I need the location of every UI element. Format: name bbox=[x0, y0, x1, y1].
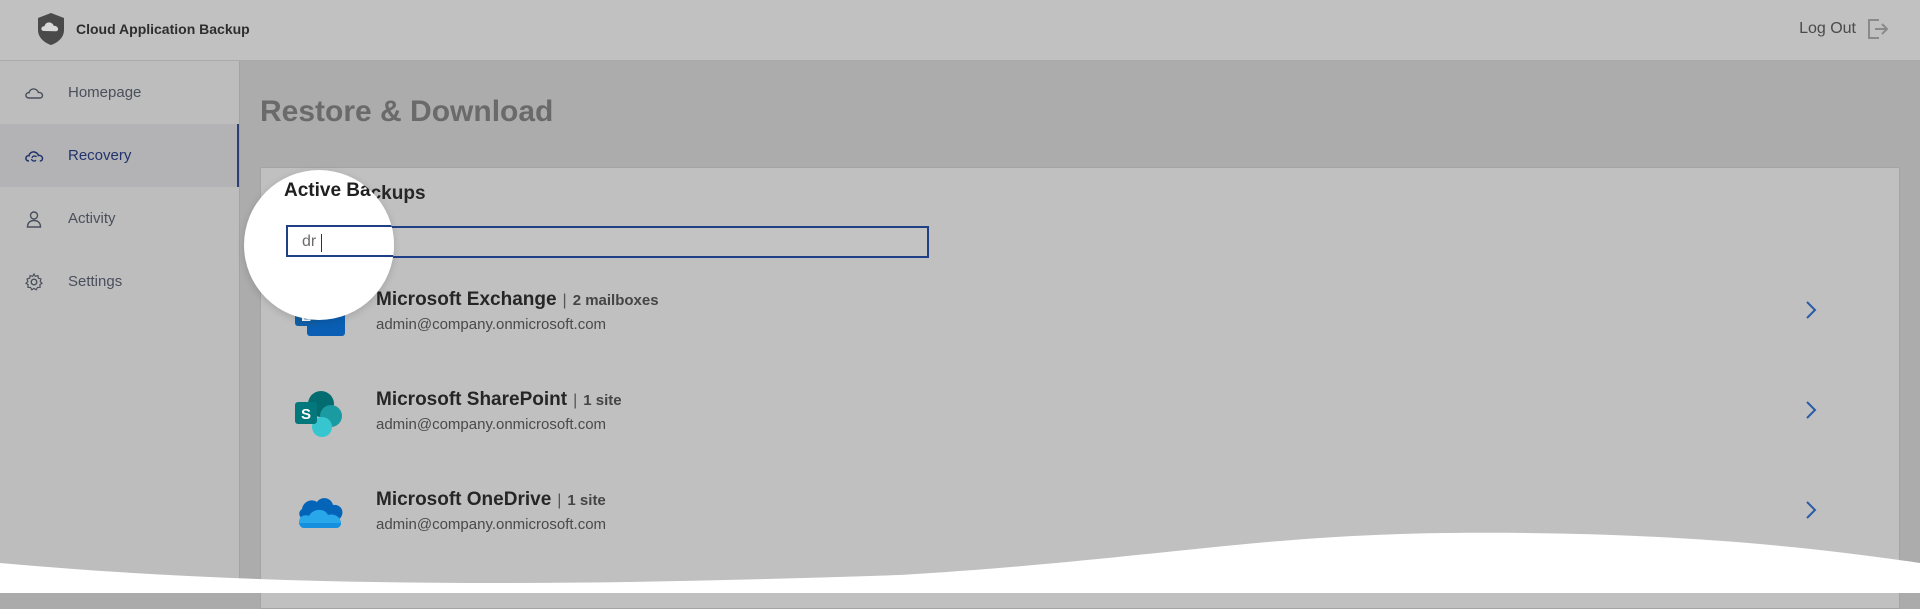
backup-title: Microsoft Exchange | 2 mailboxes bbox=[376, 289, 659, 311]
active-backups-panel: Active Backups E Microsoft Exchange|2 ma… bbox=[260, 167, 1900, 609]
magnifier-spotlight: Active Ba dr bbox=[244, 170, 394, 320]
onedrive-icon bbox=[299, 498, 343, 528]
sidebar-item-label: Homepage bbox=[68, 84, 142, 101]
separator: | bbox=[573, 392, 578, 409]
backup-name: Microsoft OneDrive bbox=[376, 489, 552, 510]
logout-label: Log Out bbox=[1799, 20, 1856, 37]
backup-name: Microsoft Exchange bbox=[376, 289, 557, 310]
logout-icon bbox=[1868, 19, 1889, 39]
sidebar: Homepage Recovery Activity Settings bbox=[0, 61, 240, 593]
magnified-search-input[interactable]: dr bbox=[286, 225, 394, 257]
logout-button[interactable]: Log Out bbox=[1799, 18, 1890, 40]
sidebar-item-label: Recovery bbox=[68, 147, 132, 164]
text-caret bbox=[321, 234, 322, 252]
sidebar-item-homepage[interactable]: Homepage bbox=[0, 61, 239, 124]
backup-count: 1 site bbox=[583, 392, 622, 409]
sidebar-item-activity[interactable]: Activity bbox=[0, 187, 239, 250]
page-title: Restore & Download bbox=[260, 95, 554, 128]
sidebar-item-label: Activity bbox=[68, 210, 116, 227]
main-content: Restore & Download Active Backups E Micr… bbox=[240, 61, 1920, 609]
backup-account: admin@company.onmicrosoft.com bbox=[376, 316, 607, 333]
gear-icon bbox=[25, 272, 43, 291]
svg-text:S: S bbox=[301, 406, 311, 423]
sharepoint-icon: S bbox=[295, 391, 342, 437]
cloud-icon bbox=[25, 87, 44, 99]
top-header: Cloud Application Backup Log Out bbox=[0, 0, 1920, 61]
chevron-right-icon[interactable] bbox=[1804, 399, 1818, 421]
separator: | bbox=[557, 492, 562, 509]
backup-account: admin@company.onmicrosoft.com bbox=[376, 516, 607, 533]
chevron-right-icon[interactable] bbox=[1804, 499, 1818, 521]
magnified-search-value: dr bbox=[302, 233, 317, 250]
backup-count: 1 site bbox=[567, 492, 606, 509]
backup-count: 2 mailboxes bbox=[572, 292, 659, 309]
user-icon bbox=[26, 210, 42, 228]
chevron-right-icon[interactable] bbox=[1804, 299, 1818, 321]
sidebar-item-recovery[interactable]: Recovery bbox=[0, 124, 239, 187]
magnified-panel-title: Active Ba bbox=[284, 180, 371, 201]
shield-cloud-logo-icon bbox=[38, 13, 64, 45]
backup-row-onedrive[interactable]: Microsoft OneDrive | 1 site admin@company.… bbox=[261, 472, 1899, 572]
sidebar-item-settings[interactable]: Settings bbox=[0, 250, 239, 313]
backup-title: Microsoft OneDrive | 1 site bbox=[376, 489, 606, 511]
backup-account: admin@company.onmicrosoft.com bbox=[376, 416, 607, 433]
sidebar-item-label: Settings bbox=[68, 273, 123, 290]
cloud-sync-icon bbox=[25, 150, 44, 162]
backup-name: Microsoft SharePoint bbox=[376, 389, 568, 410]
backup-row-sharepoint[interactable]: S Microsoft SharePoint | 1 site admin@comp… bbox=[261, 372, 1899, 472]
backup-row-exchange[interactable]: E Microsoft Exchange|2 mailboxes admin@c… bbox=[261, 272, 1899, 372]
app-title: Cloud Application Backup bbox=[76, 21, 250, 37]
separator: | bbox=[562, 292, 567, 309]
backup-title: Microsoft SharePoint | 1 site bbox=[376, 389, 622, 411]
